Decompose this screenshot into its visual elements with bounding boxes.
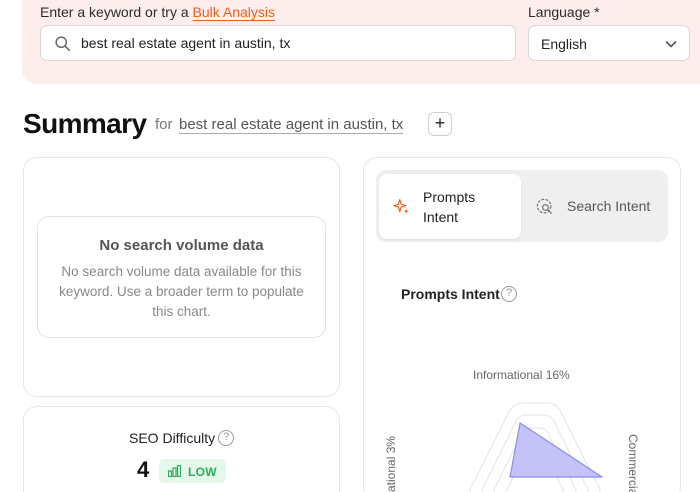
prompts-intent-title: Prompts Intent: [401, 286, 500, 302]
search-icon: [55, 36, 71, 52]
tab-search-intent[interactable]: Search Intent: [527, 174, 665, 239]
difficulty-badge: LOW: [159, 459, 226, 483]
summary-keyword-link[interactable]: best real estate agent in austin, tx: [179, 116, 403, 133]
keyword-prompt: Enter a keyword or try a Bulk Analysis: [40, 4, 275, 20]
keyword-search-field[interactable]: [40, 25, 516, 61]
tab-prompts-intent-label: Prompts Intent: [423, 189, 476, 225]
empty-state-box: No search volume data No search volume d…: [37, 216, 326, 338]
intent-radar-chart: [469, 402, 603, 492]
help-icon[interactable]: ?: [218, 430, 234, 446]
language-value: English: [541, 36, 587, 52]
search-intent-icon: [536, 198, 552, 214]
add-keyword-button[interactable]: +: [428, 112, 452, 136]
empty-state-text: No search volume data available for this…: [59, 264, 304, 319]
keyword-input[interactable]: [81, 26, 501, 60]
sparkle-icon: [393, 199, 409, 214]
language-select[interactable]: English: [528, 25, 690, 61]
bulk-analysis-link[interactable]: Bulk Analysis: [193, 4, 275, 20]
language-label: Language *: [528, 4, 600, 20]
empty-state-title: No search volume data: [99, 237, 264, 254]
difficulty-badge-label: LOW: [188, 465, 217, 479]
seo-difficulty-value: 4: [137, 457, 150, 482]
help-icon[interactable]: ?: [501, 286, 517, 302]
chevron-down-icon: [665, 41, 677, 48]
tab-prompts-intent[interactable]: Prompts Intent: [379, 174, 521, 239]
keyword-prompt-text: Enter a keyword or try a: [40, 4, 189, 20]
summary-for-label: for: [155, 116, 173, 133]
summary-title: Summary: [23, 108, 147, 139]
bar-chart-icon: [168, 465, 181, 477]
radar-label-informational: Informational 16%: [473, 368, 570, 382]
radar-label-left: ational 3%: [384, 435, 398, 492]
tab-search-intent-label: Search Intent: [567, 198, 651, 214]
seo-difficulty-title: SEO Difficulty: [129, 430, 216, 446]
